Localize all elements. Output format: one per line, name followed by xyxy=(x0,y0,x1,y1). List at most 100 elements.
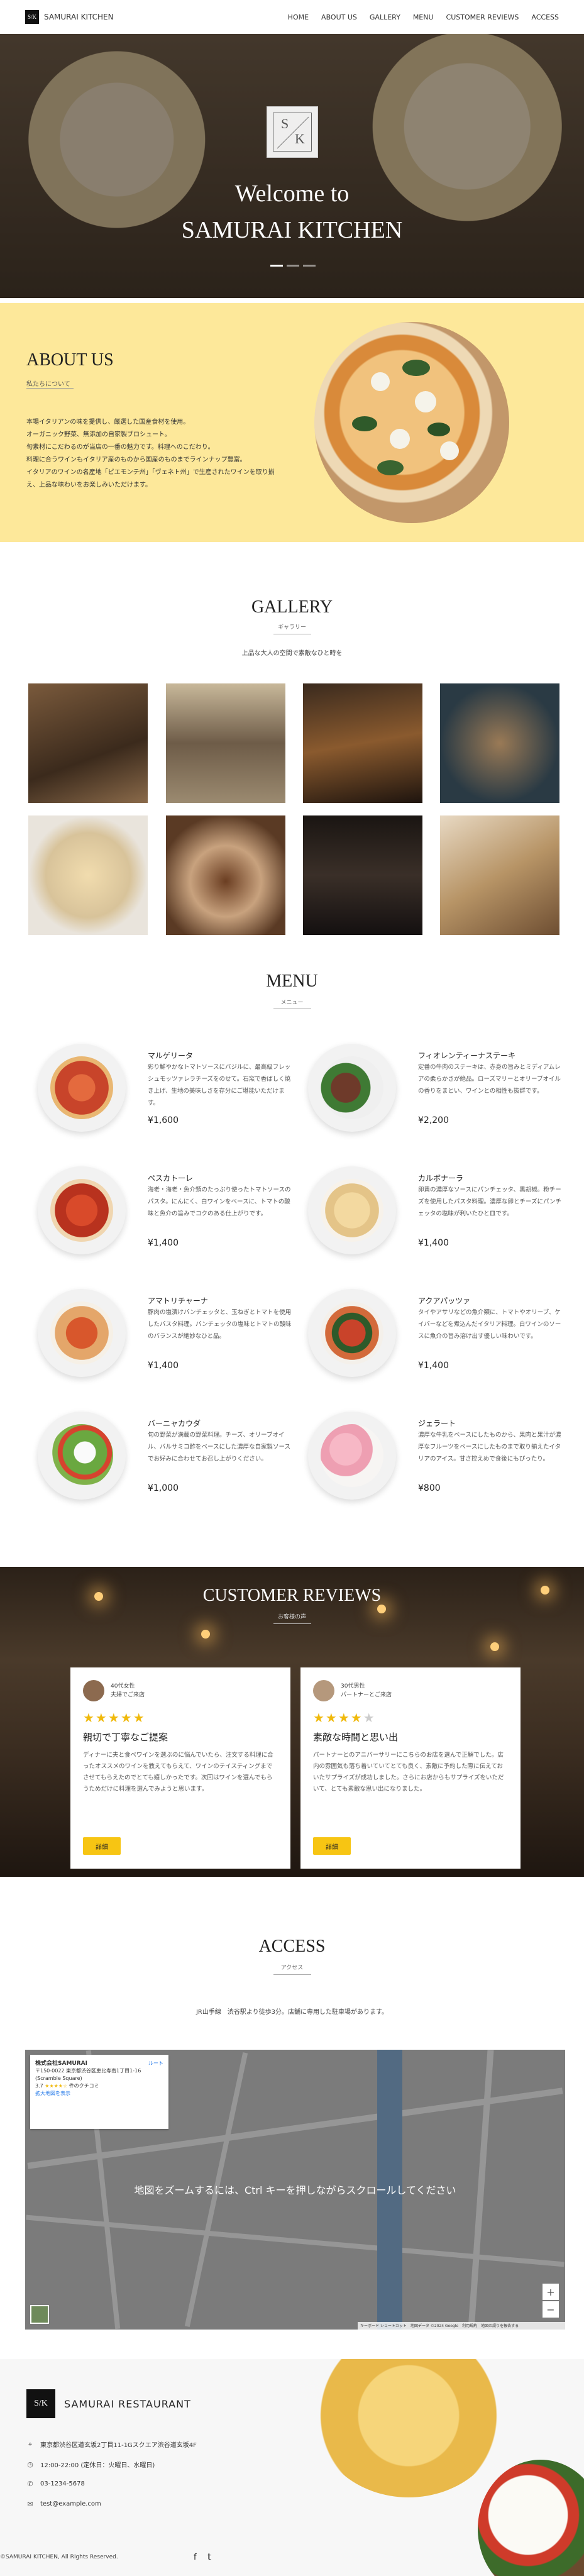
pasta-image xyxy=(302,2359,584,2576)
about-paragraph: 本場イタリアンの味を提供し、厳選した国産食材を使用。 xyxy=(26,419,190,426)
dish-image xyxy=(38,1044,126,1132)
google-map[interactable]: 株式会社SAMURAI 〒150-0022 東京都渋谷区恵比寿南1丁目1-16 … xyxy=(25,2050,565,2330)
map-directions-link[interactable]: ルート xyxy=(148,2060,163,2067)
gallery-image[interactable] xyxy=(303,683,422,803)
twitter-icon[interactable]: 𝕥 xyxy=(207,2553,211,2562)
about-text: 本場イタリアンの味を提供し、厳選した国産食材を使用。 オーガニック野菜、無添加の… xyxy=(26,416,284,492)
about-paragraph: 料理に合うワインもイタリア産のものから国産のものまでラインナップ豊富。 xyxy=(26,456,246,463)
main-nav: HOME ABOUT US GALLERY MENU CUSTOMER REVI… xyxy=(288,13,559,21)
menu-item-price: ¥1,000 xyxy=(148,1483,179,1493)
map-place-name: 株式会社SAMURAI xyxy=(35,2060,87,2067)
menu-item: フィオレンティーナステーキ 定番の牛肉のステーキは、赤身の旨みとミディアムレアの… xyxy=(308,1044,572,1151)
menu-item-price: ¥1,400 xyxy=(418,1361,449,1371)
access-address: JR山手線 渋谷駅より徒歩3分。店舗に専用した駐車場があります。 xyxy=(196,2009,388,2016)
dish-image xyxy=(308,1412,396,1500)
footer-address-text: 東京都渋谷区道玄坂2丁目11-1Gスクエア渋谷道玄坂4F xyxy=(40,2442,197,2449)
menu-item: アクアパッツァ タイやアサリなどの魚介類に、トマトやオリーブ、ケイパーなどを煮込… xyxy=(308,1289,572,1396)
map-layer-toggle[interactable] xyxy=(30,2305,49,2324)
nav-access[interactable]: ACCESS xyxy=(531,13,559,21)
about-title: ABOUT US xyxy=(26,350,114,370)
gallery-image[interactable] xyxy=(166,815,285,935)
footer-logo[interactable]: S/K xyxy=(26,2389,55,2418)
access-title: ACCESS xyxy=(258,1937,326,1956)
slider-dot[interactable] xyxy=(270,265,283,267)
access-subtitle: アクセス xyxy=(280,1965,304,1971)
gallery-image[interactable] xyxy=(28,683,148,803)
hero-title-line1: Welcome to xyxy=(234,180,350,207)
gallery-image[interactable] xyxy=(28,815,148,935)
dish-image xyxy=(38,1166,126,1254)
menu-item-name: アマトリチャーナ xyxy=(148,1296,208,1305)
gallery-image[interactable] xyxy=(440,683,559,803)
divider xyxy=(273,1974,311,1975)
menu-item: カルボナーラ 卵黄の濃厚なソースにパンチェッタ、黒胡椒。粉チーズを使用したパスタ… xyxy=(308,1166,572,1273)
footer-email: ✉ test@example.com xyxy=(26,2500,101,2508)
menu-item-name: ペスカトーレ xyxy=(148,1174,194,1183)
review-card: 30代男性 パートナーとご来店 ★★★★★ 素敵な時間と思い出 パートナーとのア… xyxy=(300,1667,521,1869)
menu-subtitle: メニュー xyxy=(280,1000,304,1006)
divider xyxy=(273,1623,311,1624)
footer-address: ⌖ 東京都渋谷区道玄坂2丁目11-1Gスクエア渋谷道玄坂4F xyxy=(26,2440,197,2450)
menu-item-name: マルゲリータ xyxy=(148,1051,194,1060)
reviewer-age: 30代男性 xyxy=(341,1683,365,1689)
dish-image xyxy=(38,1289,126,1377)
avatar xyxy=(83,1680,104,1701)
hero-title-line2: SAMURAI KITCHEN xyxy=(181,217,403,243)
star-rating: ★★★★★ xyxy=(83,1710,146,1725)
zoom-in-button[interactable]: + xyxy=(543,2284,559,2300)
reviews-subtitle: お客様の声 xyxy=(277,1614,306,1620)
gallery-image[interactable] xyxy=(303,815,422,935)
menu-item: ペスカトーレ 海老・海老・魚介類のたっぷり使ったトマトソースのパスタ。にんにく、… xyxy=(38,1166,302,1273)
menu-item-desc: 旬の野菜が満載の野菜料理。チーズ、オリーブオイル、バルサミコ酢をベースにした濃厚… xyxy=(148,1432,291,1462)
review-card: 40代女性 夫婦でご来店 ★★★★★ 親切で丁寧なご提案 ディナーに夫と食べワイ… xyxy=(70,1667,290,1869)
star-rating: ★★★★★ xyxy=(313,1710,376,1725)
site-header: S/K SAMURAI KITCHEN HOME ABOUT US GALLER… xyxy=(0,0,584,34)
menu-item-price: ¥1,400 xyxy=(148,1361,179,1371)
nav-about[interactable]: ABOUT US xyxy=(321,13,357,21)
slider-dots xyxy=(270,265,316,267)
avatar xyxy=(313,1680,334,1701)
menu-item: アマトリチャーナ 豚肉の塩漬けパンチェッタと、玉ねぎとトマトを使用したパスタ料理… xyxy=(38,1289,302,1396)
brand[interactable]: S/K SAMURAI KITCHEN xyxy=(25,10,114,24)
gallery-image[interactable] xyxy=(166,683,285,803)
hero-emblem: S K xyxy=(267,106,318,158)
review-title: 素敵な時間と思い出 xyxy=(313,1732,399,1743)
map-review-count: 件のクチコミ xyxy=(69,2083,99,2089)
menu-item-name: バーニャカウダ xyxy=(148,1419,201,1428)
menu-item-name: フィオレンティーナステーキ xyxy=(418,1051,516,1060)
menu-item-price: ¥1,400 xyxy=(418,1238,449,1248)
zoom-out-button[interactable]: − xyxy=(543,2301,559,2318)
facebook-icon[interactable]: f xyxy=(194,2553,197,2562)
review-detail-button[interactable]: 詳細 xyxy=(313,1837,351,1855)
footer-phone-text[interactable]: 03-1234-5678 xyxy=(40,2480,85,2487)
nav-reviews[interactable]: CUSTOMER REVIEWS xyxy=(446,13,519,21)
nav-gallery[interactable]: GALLERY xyxy=(370,13,400,21)
about-paragraph: 旬素材にこだわるのが当店の一番の魅力です。料理へのこだわり。 xyxy=(26,444,214,451)
map-larger-link[interactable]: 拡大地図を表示 xyxy=(35,2090,163,2098)
slider-dot[interactable] xyxy=(303,265,316,267)
map-rating: 3.7 xyxy=(35,2083,43,2089)
gallery-image[interactable] xyxy=(440,815,559,935)
review-detail-button[interactable]: 詳細 xyxy=(83,1837,121,1855)
review-body: パートナーとのアニバーサリーにこちらのお店を選んで正解でした。店内の雰囲気も落ち… xyxy=(313,1752,504,1793)
about-subtitle: 私たちについて xyxy=(26,381,70,388)
nav-menu[interactable]: MENU xyxy=(413,13,434,21)
hero-slider: S K Welcome to SAMURAI KITCHEN xyxy=(0,34,584,298)
menu-item-desc: 海老・海老・魚介類のたっぷり使ったトマトソースのパスタ。にんにく、白ワインをベー… xyxy=(148,1186,291,1217)
reviewer-context: 夫婦でご来店 xyxy=(111,1692,145,1698)
brand-name: SAMURAI KITCHEN xyxy=(44,13,114,21)
about-paragraph: イタリアのワインの名産地「ピエモンテ州」「ヴェネト州」で生産されたワインを取り揃… xyxy=(26,469,275,489)
dish-image xyxy=(38,1412,126,1500)
slider-dot[interactable] xyxy=(287,265,299,267)
footer-email-text[interactable]: test@example.com xyxy=(40,2501,101,2507)
menu-item-name: アクアパッツァ xyxy=(418,1296,471,1305)
gallery-title: GALLERY xyxy=(251,597,333,617)
footer-hours: ◷ 12:00-22:00 (定休日：火曜日、水曜日) xyxy=(26,2460,155,2469)
dish-image xyxy=(308,1044,396,1132)
dish-image xyxy=(308,1289,396,1377)
nav-home[interactable]: HOME xyxy=(288,13,309,21)
menu-item-price: ¥2,200 xyxy=(418,1115,449,1125)
pizza-image xyxy=(314,322,509,523)
reviewer-age: 40代女性 xyxy=(111,1683,135,1689)
review-body: ディナーに夫と食べワインを選ぶのに悩んでいたら、注文する料理に合ったオススメのワ… xyxy=(83,1752,273,1793)
